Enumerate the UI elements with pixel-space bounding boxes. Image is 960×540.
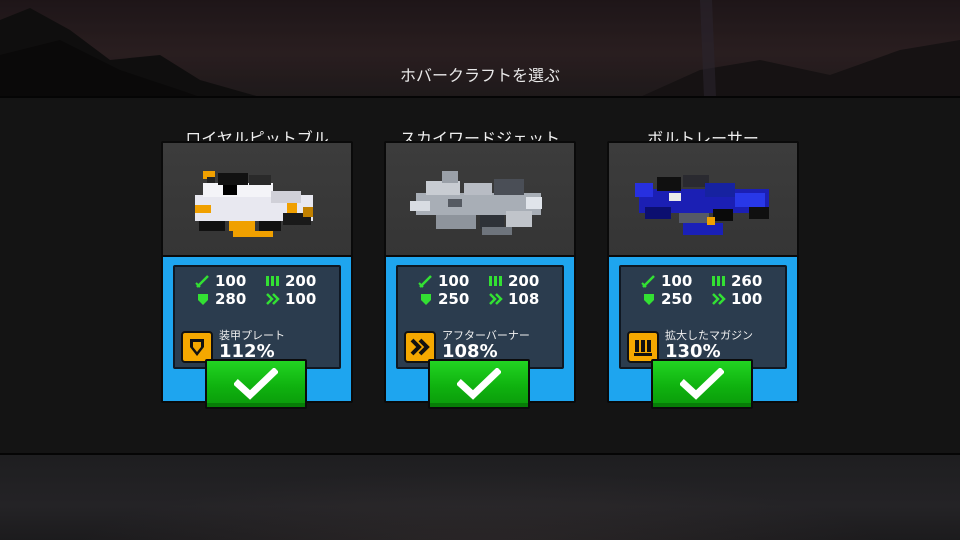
bullets-icon	[266, 276, 279, 286]
sword-icon	[195, 275, 209, 288]
checkmark-icon	[234, 368, 278, 400]
sword-icon	[641, 275, 655, 288]
checkmark-icon	[457, 368, 501, 400]
page-title: ホバークラフトを選ぶ	[399, 66, 560, 85]
select-button[interactable]	[651, 359, 753, 409]
double-chevron-icon	[712, 293, 726, 305]
checkmark-icon	[680, 368, 724, 400]
stats-panel: 100 260 250 100 拡大したマガジン 130%	[619, 265, 787, 369]
shield-icon	[421, 294, 431, 305]
double-chevron-icon	[489, 293, 503, 305]
sword-icon	[418, 275, 432, 288]
select-button[interactable]	[428, 359, 530, 409]
shield-icon	[198, 294, 208, 305]
bullets-icon	[712, 276, 725, 286]
double-chevron-icon	[266, 293, 280, 305]
hovercraft-image	[609, 143, 797, 257]
stats-panel: 100 200 280 100 装甲プレート 112%	[173, 265, 341, 369]
hovercraft-image	[163, 143, 351, 257]
select-button[interactable]	[205, 359, 307, 409]
background-scenery-bottom	[0, 455, 960, 540]
stats-panel: 100 200 250 108 アフターバーナー 108%	[396, 265, 564, 369]
shield-icon	[644, 294, 654, 305]
bullets-icon	[489, 276, 502, 286]
hovercraft-image	[386, 143, 574, 257]
